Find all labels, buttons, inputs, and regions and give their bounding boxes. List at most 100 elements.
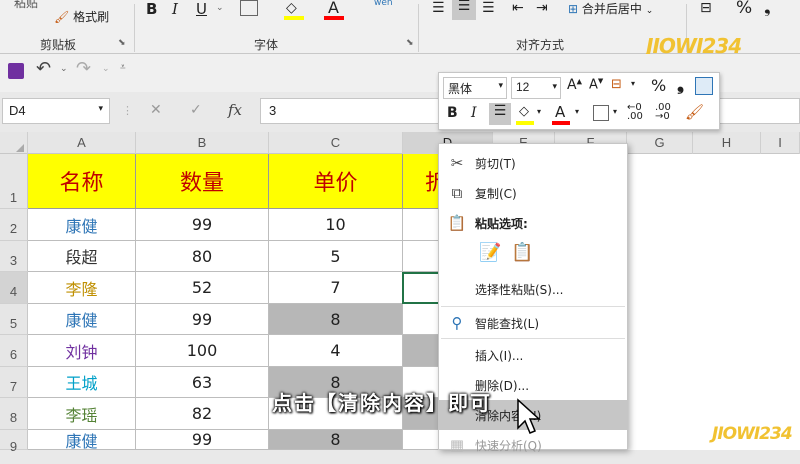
paste-values-icon[interactable]: 📝 xyxy=(479,242,501,263)
font-name-select[interactable]: 黑体 ▾ xyxy=(443,77,507,99)
table-cell-price[interactable]: 4 xyxy=(269,335,403,367)
table-cell-quantity[interactable]: 52 xyxy=(136,272,269,304)
table-cell-quantity[interactable]: 100 xyxy=(136,335,269,367)
menu-item-smart-lookup[interactable]: ⚲ 智能查找(L) xyxy=(439,308,627,338)
table-cell-quantity[interactable]: 99 xyxy=(136,430,269,450)
table-cell-discount[interactable] xyxy=(403,335,443,367)
indent-increase-icon[interactable]: ⇥ xyxy=(536,0,548,16)
table-cell-quantity[interactable]: 80 xyxy=(136,241,269,272)
table-cell-quantity[interactable]: 82 xyxy=(136,398,269,430)
menu-item-insert[interactable]: 插入(I)... xyxy=(439,340,627,370)
select-all-corner[interactable] xyxy=(0,132,28,154)
percent-icon[interactable]: % xyxy=(651,76,666,95)
comma-style-icon[interactable]: ❟ xyxy=(677,74,684,95)
header-cell-discount[interactable]: 折 xyxy=(403,154,447,209)
chevron-down-icon[interactable]: ▾ xyxy=(631,79,635,88)
mini-center-align-icon[interactable]: ☰ xyxy=(489,103,511,125)
font-size-select[interactable]: 12 ▾ xyxy=(511,77,561,99)
header-cell-price[interactable]: 单价 xyxy=(269,154,403,209)
row-header-8[interactable]: 8 xyxy=(0,398,28,430)
border-icon[interactable] xyxy=(240,0,258,16)
name-box[interactable]: D4 ▾ xyxy=(2,98,110,124)
row-header-4[interactable]: 4 xyxy=(0,272,28,304)
table-cell-price[interactable]: 8 xyxy=(269,304,403,335)
table-cell-discount[interactable] xyxy=(403,304,443,335)
format-style-icon[interactable]: ⊟ xyxy=(611,77,622,92)
column-header-i[interactable]: I xyxy=(761,132,800,154)
underline-button[interactable]: U xyxy=(196,0,207,18)
decrease-decimal-icon[interactable]: .00 →0 xyxy=(655,103,671,122)
column-header-c[interactable]: C xyxy=(269,132,403,154)
chevron-down-icon[interactable]: ⌄ xyxy=(102,64,110,74)
table-cell-name[interactable]: 刘钟 xyxy=(28,335,136,367)
table-cell-discount[interactable] xyxy=(403,241,443,272)
mini-bold-button[interactable]: B xyxy=(447,105,458,121)
table-cell-discount[interactable] xyxy=(403,209,443,241)
mini-italic-button[interactable]: I xyxy=(471,105,477,121)
row-header-9[interactable]: 9 xyxy=(0,430,28,454)
format-painter-button[interactable]: 🖌 格式刷 xyxy=(54,8,109,25)
row-header-5[interactable]: 5 xyxy=(0,304,28,335)
header-cell-name[interactable]: 名称 xyxy=(28,154,136,209)
mini-fill-color-icon[interactable]: ◇ xyxy=(519,104,529,119)
decrease-font-icon[interactable]: A▼ xyxy=(589,77,603,92)
percent-button[interactable]: % xyxy=(736,0,752,18)
row-header-6[interactable]: 6 xyxy=(0,335,28,367)
align-right-icon[interactable]: ☰ xyxy=(482,0,495,16)
table-cell-name[interactable]: 康健 xyxy=(28,430,136,451)
table-cell-name[interactable]: 李瑶 xyxy=(28,398,136,430)
align-center-icon[interactable]: ☰ xyxy=(452,0,476,20)
format-painter-icon[interactable]: 🖌 xyxy=(685,103,704,121)
italic-button[interactable]: I xyxy=(172,0,178,18)
column-header-g[interactable]: G xyxy=(627,132,693,154)
column-header-h[interactable]: H xyxy=(693,132,761,154)
fill-color-icon[interactable]: ◇ xyxy=(286,0,297,16)
dialog-launcher-icon[interactable]: ⬊ xyxy=(118,38,126,48)
increase-decimal-icon[interactable]: ←0.00 xyxy=(627,103,643,122)
merge-center-button[interactable]: ⊞ 合并后居中 ⌄ xyxy=(568,0,653,17)
cancel-icon[interactable]: ✕ xyxy=(150,102,162,118)
menu-item-copy[interactable]: ⧉ 复制(C) xyxy=(439,178,627,208)
row-header-2[interactable]: 2 xyxy=(0,209,28,241)
font-color-button[interactable]: A xyxy=(328,0,339,17)
row-header-7[interactable]: 7 xyxy=(0,367,28,398)
table-cell-name[interactable]: 李隆 xyxy=(28,272,136,304)
table-cell-price[interactable]: 5 xyxy=(269,241,403,272)
header-cell-quantity[interactable]: 数量 xyxy=(136,154,269,209)
paste-label[interactable]: 粘贴 xyxy=(14,0,38,11)
font-dialog-launcher-icon[interactable]: ⬊ xyxy=(406,38,414,48)
row-header-1[interactable]: 1 xyxy=(0,154,28,209)
mini-font-color-icon[interactable]: A xyxy=(555,103,565,121)
table-cell-quantity[interactable]: 63 xyxy=(136,367,269,398)
customize-qat-icon[interactable]: ⩡ xyxy=(120,62,126,73)
save-icon[interactable] xyxy=(8,63,24,79)
table-cell-name[interactable]: 康健 xyxy=(28,209,136,241)
menu-item-paste-special[interactable]: 选择性粘贴(S)... xyxy=(439,274,627,304)
redo-icon[interactable]: ↷ xyxy=(76,58,91,79)
comma-icon[interactable]: ❟ xyxy=(764,0,771,18)
chevron-down-icon[interactable]: ▾ xyxy=(575,107,579,116)
enter-icon[interactable]: ✓ xyxy=(190,102,202,118)
chevron-down-icon[interactable]: ⌄ xyxy=(60,64,68,74)
chevron-down-icon[interactable]: ▾ xyxy=(613,107,617,116)
column-header-a[interactable]: A xyxy=(28,132,136,154)
phonetic-icon[interactable]: wén xyxy=(374,0,393,8)
fx-icon[interactable]: fx xyxy=(228,101,242,119)
table-cell-name[interactable]: 段超 xyxy=(28,241,136,272)
mini-border-icon[interactable] xyxy=(593,105,609,121)
undo-icon[interactable]: ↶ xyxy=(36,58,51,79)
active-cell-d4[interactable] xyxy=(402,272,442,304)
table-cell-name[interactable]: 王城 xyxy=(28,367,136,398)
increase-font-icon[interactable]: A▲ xyxy=(567,77,582,93)
menu-item-cut[interactable]: ✂ 剪切(T) xyxy=(439,148,627,178)
table-format-icon[interactable] xyxy=(695,77,713,95)
chevron-down-icon[interactable]: ⌄ xyxy=(216,3,224,13)
table-cell-quantity[interactable]: 99 xyxy=(136,209,269,241)
table-cell-price[interactable]: 10 xyxy=(269,209,403,241)
paste-clipboard-icon[interactable]: 📋 xyxy=(511,242,533,263)
table-cell-name[interactable]: 康健 xyxy=(28,304,136,335)
chevron-down-icon[interactable]: ▾ xyxy=(537,107,541,116)
table-cell-discount[interactable] xyxy=(403,430,443,450)
currency-icon[interactable]: ⊟ xyxy=(700,0,712,16)
row-header-3[interactable]: 3 xyxy=(0,241,28,272)
